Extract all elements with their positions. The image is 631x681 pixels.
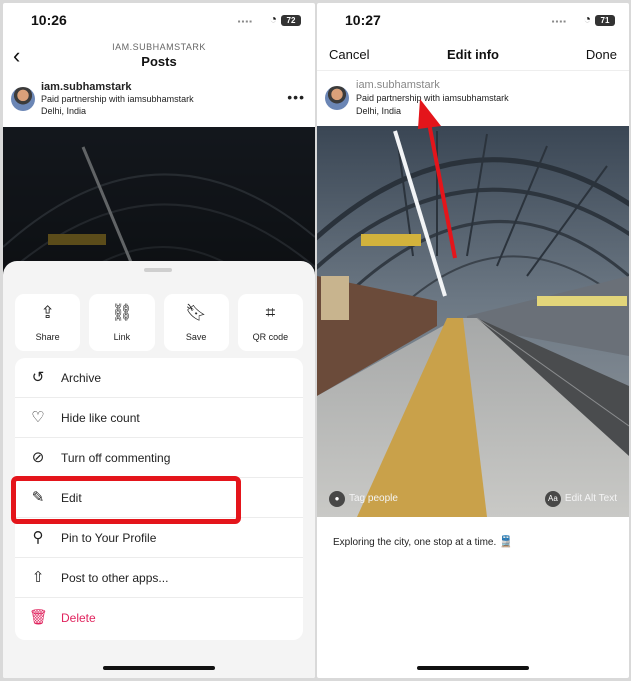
tag-people-button[interactable]: ● Tag people: [329, 490, 398, 507]
metro-station-photo: [317, 126, 629, 517]
home-indicator[interactable]: [417, 666, 529, 670]
battery-icon: 72: [281, 15, 301, 26]
person-icon: ●: [329, 490, 345, 507]
save-tile[interactable]: 🔖︎ Save: [163, 294, 229, 351]
home-indicator[interactable]: [103, 666, 215, 670]
status-bar: 10:27 ▪▪▪▪ ◔ 71: [317, 3, 629, 37]
more-options-icon[interactable]: •••: [287, 89, 305, 105]
qr-code-icon: ⌗: [265, 303, 276, 322]
post-username: iam.subhamstark: [356, 79, 440, 91]
pin-icon: ⚲: [32, 529, 44, 546]
sheet-grabber[interactable]: [144, 268, 172, 272]
menu-item-turn-off-commenting[interactable]: ⊘ Turn off commenting: [15, 438, 303, 478]
post-location[interactable]: Delhi, India: [41, 106, 86, 116]
menu-item-label: Pin to Your Profile: [61, 531, 157, 545]
page-title: Posts: [141, 54, 177, 69]
edit-highlight-box: [11, 476, 241, 524]
edit-info-header: Cancel Edit info Done: [317, 37, 629, 71]
archive-icon: ↺: [31, 369, 45, 386]
bookmark-icon: 🔖︎: [185, 303, 207, 322]
status-time: 10:26: [31, 12, 67, 28]
wifi-icon: ◔: [269, 12, 277, 26]
comment-off-icon: ⊘: [31, 449, 45, 466]
options-sheet: ⇪ Share ⛓ Link 🔖︎ Save ⌗ QR code ↺ Archi…: [3, 261, 315, 678]
menu-item-label: Archive: [61, 371, 102, 385]
caption-text: Exploring the city, one stop at a time.: [333, 537, 497, 548]
status-time: 10:27: [345, 12, 381, 28]
post-header: iam.subhamstark Paid partnership with ia…: [3, 79, 315, 125]
caption-field[interactable]: Exploring the city, one stop at a time. …: [333, 535, 513, 548]
edit-alt-text-button[interactable]: Aa Edit Alt Text: [544, 490, 617, 507]
link-icon: ⛓: [111, 303, 133, 322]
alt-text-icon: Aa: [544, 490, 561, 507]
post-location[interactable]: Delhi, India: [356, 106, 401, 116]
share-tile[interactable]: ⇪ Share: [15, 294, 81, 351]
account-name: IAM.SUBHAMSTARK: [112, 42, 206, 52]
trash-icon: 🗑︎: [29, 609, 49, 626]
partnership-label[interactable]: Paid partnership with iamsubhamstark: [356, 93, 509, 103]
edit-alt-text-label: Edit Alt Text: [564, 493, 617, 505]
menu-item-archive[interactable]: ↺ Archive: [15, 358, 303, 398]
qr-code-tile[interactable]: ⌗ QR code: [237, 294, 303, 351]
battery-icon: 71: [595, 15, 615, 26]
post-header: iam.subhamstark Paid partnership with ia…: [317, 75, 629, 125]
avatar: [325, 86, 349, 110]
signal-icon: ▪▪▪▪: [551, 17, 567, 26]
menu-item-label: Delete: [61, 611, 96, 625]
signal-icon: ▪▪▪▪: [237, 17, 253, 26]
menu-item-post-to-other-apps[interactable]: ⇧ Post to other apps...: [15, 558, 303, 598]
left-phone-screen: 10:26 ▪▪▪▪ ◔ 72 ‹ IAM.SUBHAMSTARK Posts …: [3, 3, 315, 678]
menu-item-hide-like-count[interactable]: ♡ Hide like count: [15, 398, 303, 438]
train-emoji: 🚆: [499, 536, 513, 548]
right-phone-screen: 10:27 ▪▪▪▪ ◔ 71 Cancel Edit info Done ia…: [317, 3, 629, 678]
status-bar: 10:26 ▪▪▪▪ ◔ 72: [3, 3, 315, 37]
tag-people-label: Tag people: [349, 493, 398, 505]
wifi-icon: ◔: [583, 12, 591, 26]
share-out-icon: ⇧: [31, 569, 45, 586]
partnership-label: Paid partnership with iamsubhamstark: [41, 94, 194, 104]
done-button[interactable]: Done: [586, 47, 617, 62]
menu-item-label: Turn off commenting: [61, 451, 171, 465]
tile-label: Link: [113, 332, 131, 342]
share-tiles: ⇪ Share ⛓ Link 🔖︎ Save ⌗ QR code: [15, 294, 303, 351]
heart-off-icon: ♡: [31, 409, 45, 426]
menu-item-pin[interactable]: ⚲ Pin to Your Profile: [15, 518, 303, 558]
share-icon: ⇪: [40, 303, 55, 322]
menu-item-delete[interactable]: 🗑︎ Delete: [15, 598, 303, 638]
menu-item-label: Post to other apps...: [61, 571, 169, 585]
tile-label: Share: [35, 332, 60, 342]
posts-header: ‹ IAM.SUBHAMSTARK Posts: [3, 37, 315, 77]
link-tile[interactable]: ⛓ Link: [89, 294, 155, 351]
post-photo: [317, 126, 629, 517]
avatar[interactable]: [11, 87, 35, 111]
menu-item-label: Hide like count: [61, 411, 140, 425]
tile-label: QR code: [252, 332, 289, 342]
tile-label: Save: [185, 332, 207, 342]
post-username[interactable]: iam.subhamstark: [41, 81, 131, 93]
page-title: Edit info: [447, 47, 499, 62]
